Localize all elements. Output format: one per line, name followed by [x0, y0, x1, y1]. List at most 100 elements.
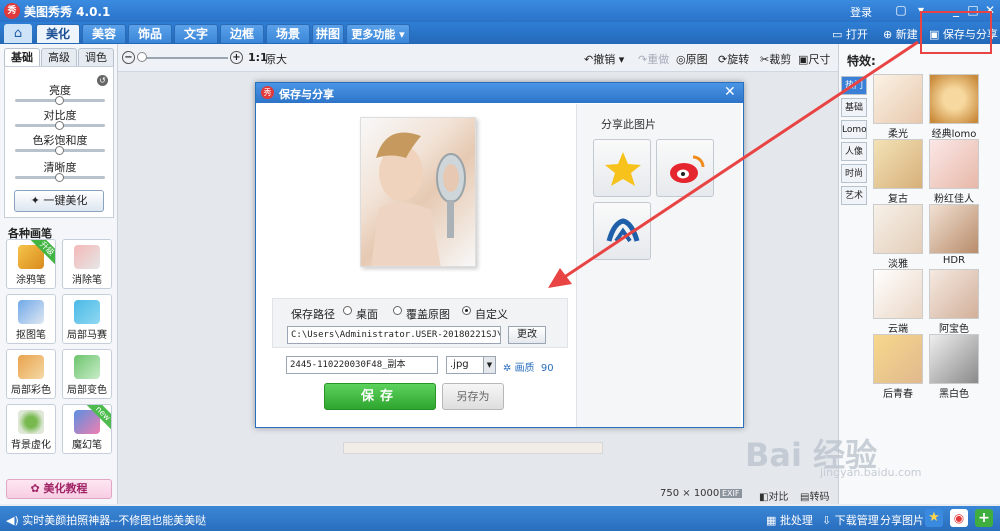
brush-mosaic[interactable]: 局部马赛克: [62, 294, 112, 344]
save-button[interactable]: 保存: [324, 383, 436, 410]
wand-icon: ✦: [30, 194, 44, 207]
effect-hdr[interactable]: HDR: [929, 204, 979, 266]
weibo-share-button[interactable]: [656, 139, 714, 197]
save-path-label: 保存路径: [291, 308, 335, 321]
fx-tab-portrait[interactable]: 人像: [841, 142, 867, 161]
subtab-basic[interactable]: 基础: [4, 48, 40, 66]
weibo-share-icon[interactable]: ◉: [950, 509, 968, 527]
brightness-knob[interactable]: [55, 96, 64, 105]
zoom-slider-knob[interactable]: [137, 52, 147, 62]
save-path-input[interactable]: C:\Users\Administrator.USER-20180221SJ\D…: [287, 326, 501, 344]
quality-setting[interactable]: ✲ 画质 90: [503, 359, 554, 374]
file-extension-select[interactable]: .jpg ▼: [446, 356, 496, 374]
effect-cloud[interactable]: 云端: [873, 269, 923, 335]
download-manager-button[interactable]: ⇩ 下载管理: [822, 512, 879, 528]
effect-thumbnail: [873, 269, 923, 319]
resize-icon: ▣: [798, 53, 809, 66]
one-key-beautify-button[interactable]: ✦ 一键美化: [14, 190, 104, 212]
tab-accessories[interactable]: 饰品: [128, 24, 172, 43]
dialog-title-bar: 秀 保存与分享 ✕: [256, 83, 743, 103]
fx-tab-lomo[interactable]: Lomo: [841, 120, 867, 139]
brush-blur-background[interactable]: 背景虚化: [6, 404, 56, 454]
transcode-button[interactable]: ▤转码: [800, 488, 829, 503]
crop-button[interactable]: ✂裁剪: [760, 51, 791, 67]
rotate-button[interactable]: ⟳旋转: [718, 51, 749, 67]
subtab-color[interactable]: 调色: [78, 48, 114, 66]
tab-text[interactable]: 文字: [174, 24, 218, 43]
title-bar: 秀 美图秀秀 4.0.1 登录 ▢ ▾ _ □ ✕: [0, 0, 1000, 22]
brush-eraser[interactable]: 消除笔: [62, 239, 112, 289]
qzone-share-icon[interactable]: ★: [925, 509, 943, 527]
new-button[interactable]: ⊕ 新建: [883, 26, 918, 42]
tab-beauty[interactable]: 美容: [82, 24, 126, 43]
size-button[interactable]: ▣尺寸: [798, 51, 830, 67]
brush-change-color[interactable]: 局部变色笔: [62, 349, 112, 399]
effect-youth[interactable]: 后青春: [873, 334, 923, 400]
zoom-slider[interactable]: [138, 57, 228, 59]
quality-value: 90: [540, 363, 554, 374]
batch-button[interactable]: ▦ 批处理: [766, 512, 813, 528]
message-icon[interactable]: ▢: [893, 3, 909, 19]
home-icon[interactable]: ⌂: [4, 24, 32, 43]
fx-tab-fashion[interactable]: 时尚: [841, 164, 867, 183]
tab-beautify[interactable]: 美化: [36, 24, 80, 43]
portrait-photo-icon: [371, 132, 466, 266]
sharpness-knob[interactable]: [55, 173, 64, 182]
speaker-icon: ◀): [6, 514, 23, 527]
filename-input[interactable]: 2445-110220030F48_副本: [286, 356, 438, 374]
effect-thumbnail: [929, 204, 979, 254]
effect-thumbnail: [873, 334, 923, 384]
brush-magic[interactable]: 魔幻笔 new: [62, 404, 112, 454]
dialog-close-icon[interactable]: ✕: [724, 84, 736, 100]
more-share-icon[interactable]: +: [975, 509, 993, 527]
brush-cutout[interactable]: 抠图笔: [6, 294, 56, 344]
saturation-knob[interactable]: [55, 146, 64, 155]
brush-local-color[interactable]: 局部彩色笔: [6, 349, 56, 399]
effect-black-white[interactable]: 黑白色: [929, 334, 979, 400]
redo-button[interactable]: ↷重做: [638, 51, 669, 67]
contrast-knob[interactable]: [55, 121, 64, 130]
change-path-button[interactable]: 更改: [508, 326, 546, 344]
paint-bucket-icon: [74, 355, 100, 379]
save-as-button[interactable]: 另存为: [442, 383, 504, 410]
effect-classic-lomo[interactable]: 经典lomo: [929, 74, 979, 140]
color-brush-icon: [18, 355, 44, 379]
subtab-advanced[interactable]: 高级: [41, 48, 77, 66]
tab-frame[interactable]: 边框: [220, 24, 264, 43]
zoom-in-icon[interactable]: +: [230, 51, 243, 64]
promo-link[interactable]: ◀) 实时美颜拍照神器--不修图也能美美哒: [6, 512, 206, 528]
zoom-out-icon[interactable]: −: [122, 51, 135, 64]
original-image-button[interactable]: ◎原图: [676, 51, 708, 67]
radio-desktop[interactable]: [343, 306, 352, 315]
tab-scene[interactable]: 场景: [266, 24, 310, 43]
fx-tab-basic[interactable]: 基础: [841, 98, 867, 117]
renren-share-button[interactable]: [593, 202, 651, 260]
tutorial-button[interactable]: ✿ 美化教程: [6, 479, 112, 499]
save-share-dialog: 秀 保存与分享 ✕ 保存路径 桌面 覆盖原图 自定义 C:\Users\Admi…: [255, 82, 744, 428]
original-size-button[interactable]: 原大: [265, 51, 287, 67]
radio-custom[interactable]: [462, 306, 471, 315]
footprint-icon: ✿: [30, 482, 44, 495]
qzone-share-button[interactable]: [593, 139, 651, 197]
effect-soft-light[interactable]: 柔光: [873, 74, 923, 140]
open-button[interactable]: ▭ 打开: [832, 26, 868, 42]
fx-tab-art[interactable]: 艺术: [841, 186, 867, 205]
canvas-toolbar: − + 1:1 原大 ↶撤销 ▾ ↷重做 ◎原图 ⟳旋转 ✂裁剪 ▣尺寸: [118, 44, 838, 72]
radio-overwrite[interactable]: [393, 306, 402, 315]
effect-elegant[interactable]: 淡雅: [873, 204, 923, 270]
effect-retro[interactable]: 复古: [873, 139, 923, 205]
tab-more[interactable]: 更多功能 ▾: [346, 24, 410, 43]
undo-button[interactable]: ↶撤销 ▾: [584, 51, 624, 67]
rotate-icon: ⟳: [718, 53, 728, 66]
brush-doodle[interactable]: 涂鸦笔 升级: [6, 239, 56, 289]
exif-badge[interactable]: EXIF: [720, 489, 742, 498]
compare-button[interactable]: ◧对比: [759, 488, 788, 503]
effects-title: 特效:: [847, 54, 876, 68]
effect-abao[interactable]: 阿宝色: [929, 269, 979, 335]
fx-tab-hot[interactable]: 热门: [841, 76, 867, 95]
blur-icon: [18, 410, 44, 434]
effect-pink-lady[interactable]: 粉红佳人: [929, 139, 979, 205]
bottom-bar: ◀) 实时美颜拍照神器--不修图也能美美哒 ▦ 批处理 ⇩ 下载管理 分享图片 …: [0, 506, 1000, 531]
tab-collage[interactable]: 拼图: [312, 24, 344, 43]
login-link[interactable]: 登录: [850, 4, 872, 20]
